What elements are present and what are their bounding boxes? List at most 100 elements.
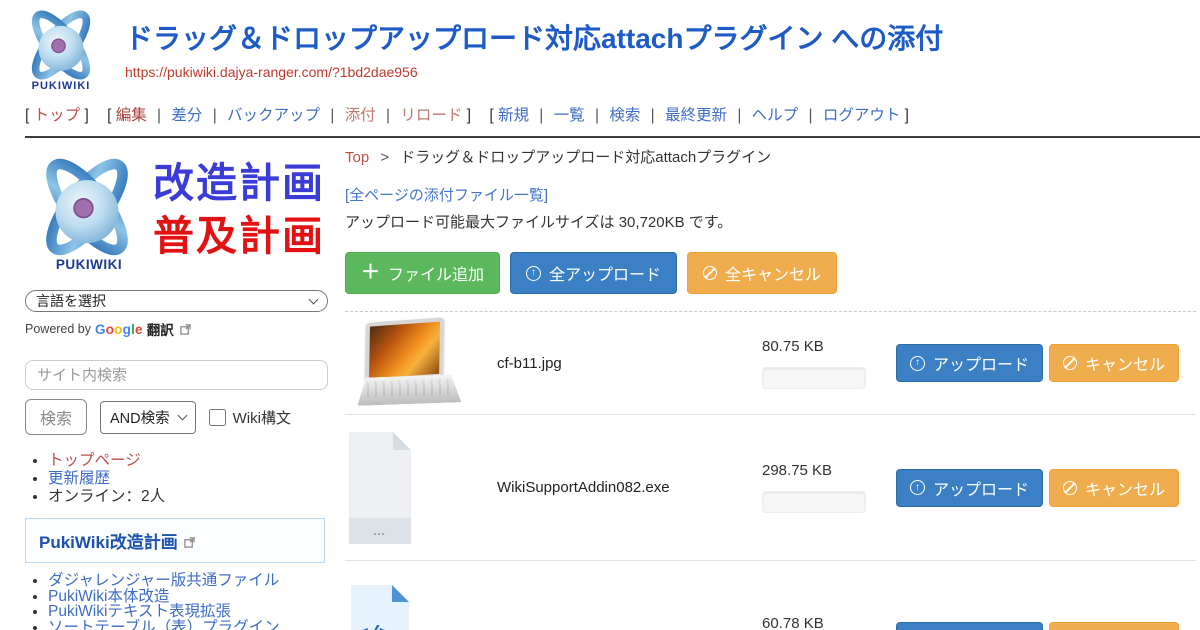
breadcrumb: Top > ドラッグ＆ドロップアップロード対応attachプラグイン [345,146,1196,167]
separator: | [330,107,334,124]
separator: | [539,107,543,124]
file-name: cf-b11.jpg [497,355,762,372]
upload-all-label: 全アップロード [549,261,661,285]
html-file-icon: </> [351,585,409,630]
chevron-down-icon [309,295,319,305]
separator: | [737,107,741,124]
cancel-button[interactable]: キャンセル [1049,622,1179,630]
cancel-button[interactable]: キャンセル [1049,469,1179,507]
upload-circle-arrow-icon: ↑ [526,266,541,281]
logo-brand-text: PUKIWIKI [25,257,153,272]
search-button[interactable]: 検索 [25,399,87,435]
google-logo: Google [95,322,143,337]
search-input[interactable] [25,360,328,390]
list-item: PukiWiki本体改造 [48,589,330,605]
top-nav: [ トップ ] [ 編集 | 差分 | バックアップ | 添付 | リロード ]… [25,103,1200,138]
nav-diff[interactable]: 差分 [171,107,202,124]
all-attachments-link[interactable]: [全ページの添付ファイル一覧] [345,184,548,205]
powered-by-text: Powered by [25,322,91,336]
nav-list[interactable]: 一覧 [554,107,585,124]
google-translate-attribution: Powered by Google 翻訳 [25,319,330,339]
max-upload-size-text: アップロード可能最大ファイルサイズは 30,720KB です。 [345,211,1196,232]
list-item: オンライン：2人 [48,488,330,505]
generic-file-icon: … [349,432,411,544]
nav-top[interactable]: トップ [34,107,81,124]
file-row: </> contents.html 60.78 KB ↑ アップロード キャンセ… [345,561,1196,630]
file-name: WikiSupportAddin082.exe [497,479,762,496]
upload-button[interactable]: ↑ アップロード [896,469,1043,507]
site-home-link[interactable]: PukiWiki改造計画 [39,533,178,552]
pukiwiki-logo[interactable]: PUKIWIKI [12,5,110,95]
language-select[interactable]: 言語を選択 [25,290,328,312]
nav-search[interactable]: 検索 [609,107,640,124]
translate-label[interactable]: 翻訳 [147,319,174,339]
plus-icon: ＋ [361,266,380,280]
upload-button[interactable]: ↑ アップロード [896,344,1043,382]
nav-attach[interactable]: 添付 [345,107,376,124]
bracket: [ [107,107,111,124]
cancel-button[interactable]: キャンセル [1049,344,1179,382]
list-item: ダジャレンジャー版共通ファイル [48,573,330,589]
progress-bar [762,491,866,513]
sidebar-logo-banner[interactable]: PUKIWIKI 改造計画 普及計画 [25,151,330,277]
nav-logout[interactable]: ログアウト [823,107,901,124]
breadcrumb-current: ドラッグ＆ドロップアップロード対応attachプラグイン [400,149,771,166]
nav-backup[interactable]: バックアップ [227,107,320,124]
wiki-syntax-label: Wiki構文 [233,407,291,428]
file-row: cf-b11.jpg 80.75 KB ↑ アップロード キャンセル [345,312,1196,415]
bracket: ] [467,107,471,124]
separator: | [651,107,655,124]
nav-recent[interactable]: 最終更新 [665,107,727,124]
separator: | [595,107,599,124]
sidebar-item-toppage[interactable]: トップページ [48,452,141,469]
nav-edit[interactable]: 編集 [116,107,147,124]
list-item: 更新履歴 [48,470,330,487]
file-size: 80.75 KB [762,338,880,355]
atom-icon [18,5,104,85]
page-url-link[interactable]: https://pukiwiki.dajya-ranger.com/?1bd2d… [125,64,418,80]
wiki-syntax-checkbox[interactable] [209,409,226,426]
bracket: ] [905,107,909,124]
list-item: ソートテーブル（表）プラグイン [48,620,330,630]
upload-all-button[interactable]: ↑ 全アップロード [510,252,677,294]
sidebar-item-history[interactable]: 更新履歴 [48,470,110,487]
nav-help[interactable]: ヘルプ [752,107,799,124]
language-select-value: 言語を選択 [36,291,106,311]
bracket: [ [25,107,29,124]
page-title: ドラッグ＆ドロップアップロード対応attachプラグイン への添付 [125,22,1200,56]
sidebar-item-text-ext[interactable]: PukiWikiテキスト表現拡張 [48,603,231,620]
upload-button[interactable]: ↑ アップロード [896,622,1043,630]
slogan-line1: 改造計画 [153,157,330,209]
list-item: トップページ [48,452,330,469]
add-files-label: ファイル追加 [388,261,484,285]
add-files-button[interactable]: ＋ ファイル追加 [345,252,500,294]
separator: | [157,107,161,124]
cancel-label: キャンセル [1085,476,1165,500]
sidebar-item-common-files[interactable]: ダジャレンジャー版共通ファイル [48,572,279,589]
nav-reload[interactable]: リロード [400,107,462,124]
breadcrumb-home[interactable]: Top [345,149,369,166]
main-content: Top > ドラッグ＆ドロップアップロード対応attachプラグイン [全ページ… [330,138,1200,630]
laptop-photo-thumbnail [355,318,464,408]
site-title-box: PukiWiki改造計画 [25,518,325,563]
ban-circle-icon [703,266,717,280]
sidebar-nav-list-1: トップページ 更新履歴 オンライン：2人 [25,452,330,505]
logo-brand-text: PUKIWIKI [12,80,110,92]
upload-circle-arrow-icon: ↑ [910,480,925,495]
sidebar-item-sort-table[interactable]: ソートテーブル（表）プラグイン [48,619,280,630]
list-item: PukiWikiテキスト表現拡張 [48,604,330,620]
separator: | [808,107,812,124]
upload-label: アップロード [933,476,1029,500]
upload-label: アップロード [933,351,1029,375]
nav-new[interactable]: 新規 [498,107,529,124]
bracket: ] [84,107,88,124]
progress-bar [762,367,866,389]
file-size: 60.78 KB [762,615,880,630]
upload-queue-list: cf-b11.jpg 80.75 KB ↑ アップロード キャンセル [345,311,1196,630]
ban-circle-icon [1063,481,1077,495]
file-row: … WikiSupportAddin082.exe 298.75 KB ↑ アッ… [345,415,1196,561]
search-mode-select[interactable]: AND検索 [100,401,196,434]
separator: | [213,107,217,124]
cancel-all-button[interactable]: 全キャンセル [687,252,837,294]
cancel-label: キャンセル [1085,351,1165,375]
